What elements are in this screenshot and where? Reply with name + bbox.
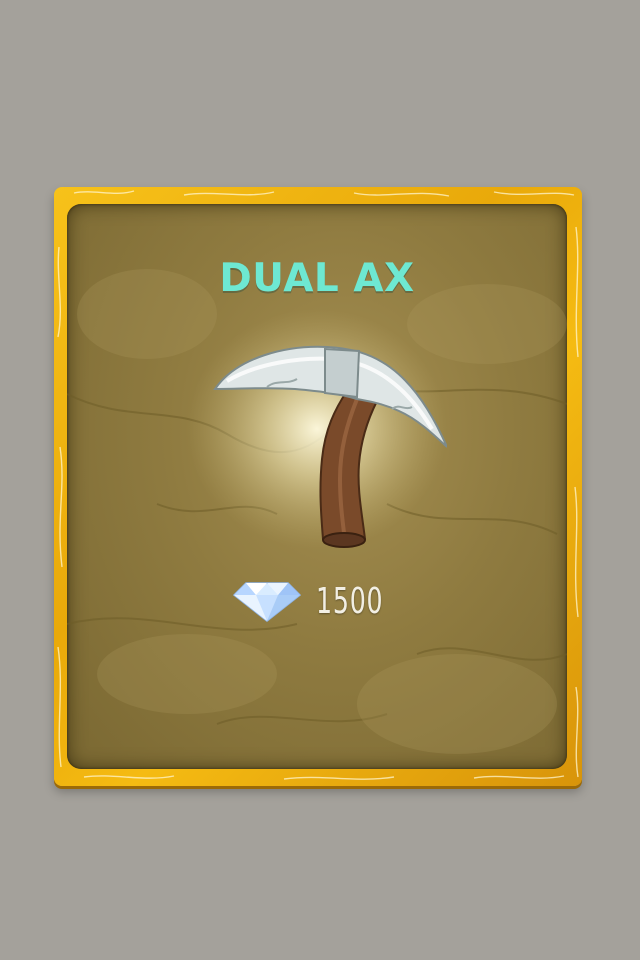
item-title: DUAL AX	[219, 256, 415, 301]
item-card-frame: DUAL AX 1500	[54, 187, 582, 786]
pickaxe-icon	[213, 345, 447, 548]
price-row: 1500	[67, 576, 567, 626]
item-card-panel: DUAL AX 1500	[67, 204, 567, 769]
diamond-icon	[232, 582, 301, 622]
price-value: 1500	[315, 580, 384, 622]
